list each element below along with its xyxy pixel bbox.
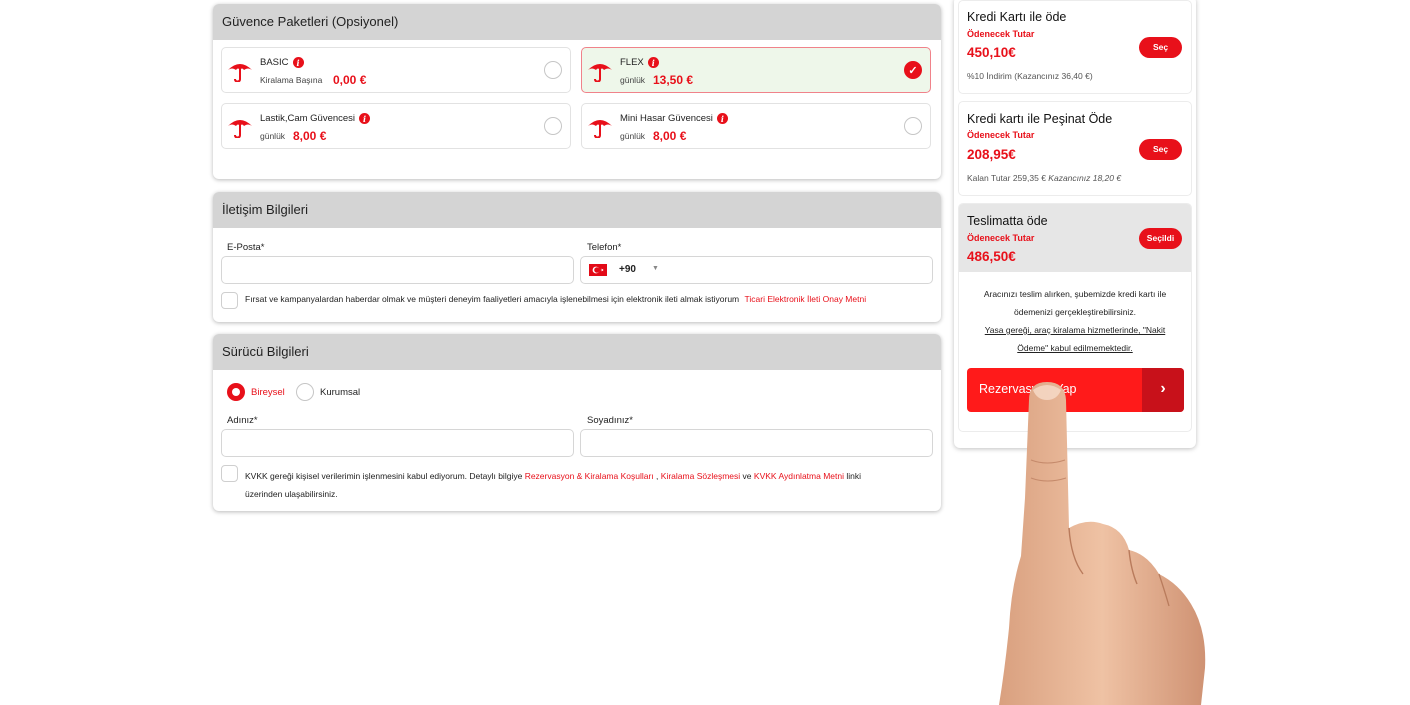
info-icon[interactable]: i <box>292 57 304 68</box>
turkey-flag-icon <box>589 264 607 276</box>
kvkk-link-disclosure[interactable]: KVKK Aydınlatma Metni <box>754 471 844 481</box>
payment-option-credit-card[interactable]: Kredi Kartı ile öde Ödenecek Tutar 450,1… <box>958 0 1192 94</box>
remaining-amount: Kalan Tutar 259,35 € <box>967 173 1046 183</box>
driver-panel-title: Sürücü Bilgileri <box>213 334 941 370</box>
package-flex[interactable]: FLEX i günlük 13,50 € ✓ <box>581 47 931 93</box>
package-unit: günlük <box>620 75 646 85</box>
radio-individual[interactable] <box>227 383 245 401</box>
selected-button[interactable]: Seçildi <box>1139 228 1182 249</box>
first-name-field[interactable] <box>221 429 574 457</box>
email-label: E-Posta* <box>227 242 265 253</box>
info-icon[interactable]: i <box>716 113 728 124</box>
payment-amount: 450,10€ <box>967 45 1016 60</box>
payment-amount-label: Ödenecek Tutar <box>967 130 1035 140</box>
driver-panel: Sürücü Bilgileri Bireysel Kurumsal Adını… <box>213 334 941 511</box>
info-icon[interactable]: i <box>359 113 371 124</box>
consent-text-row: Fırsat ve kampanyalardan haberdar olmak … <box>245 294 866 304</box>
umbrella-icon <box>228 64 252 82</box>
cash-law-note: Yasa gereği, araç kiralama hizmetlerinde… <box>984 325 1166 335</box>
last-name-label: Soyadınız* <box>587 415 633 426</box>
phone-country-code[interactable]: +90 <box>619 264 636 275</box>
payment-option-title: Kredi Kartı ile öde <box>967 10 1067 24</box>
kvkk-checkbox[interactable] <box>221 465 238 482</box>
info-icon[interactable]: i <box>647 57 659 68</box>
select-button[interactable]: Seç <box>1139 37 1182 58</box>
payment-note: %10 İndirim (Kazancınız 36,40 €) <box>967 71 1093 81</box>
umbrella-icon <box>228 120 252 138</box>
guarantee-panel-title: Güvence Paketleri (Opsiyonel) <box>213 4 941 40</box>
package-price: 8,00 € <box>293 129 327 143</box>
package-name: FLEX <box>620 57 644 68</box>
payment-amount-label: Ödenecek Tutar <box>967 233 1035 243</box>
kvkk-link-agreement[interactable]: Kiralama Sözleşmesi <box>661 471 740 481</box>
payment-amount: 208,95€ <box>967 147 1016 162</box>
kvkk-text: KVKK gereği kişisel verilerimin işlenmes… <box>245 471 523 481</box>
caret-down-icon[interactable]: ▼ <box>652 265 659 272</box>
package-unit: günlük <box>260 131 286 141</box>
check-icon[interactable]: ✓ <box>904 61 922 79</box>
kvkk-text-block: KVKK gereği kişisel verilerimin işlenmes… <box>245 467 925 503</box>
kvkk-link-conditions[interactable]: Rezervasyon & Kiralama Koşulları <box>525 471 654 481</box>
package-price: 13,50 € <box>653 73 694 87</box>
package-radio[interactable] <box>904 117 922 135</box>
select-button[interactable]: Seç <box>1139 139 1182 160</box>
package-price: 8,00 € <box>653 129 687 143</box>
package-basic[interactable]: BASIC i Kiralama Başına 0,00 € <box>221 47 571 93</box>
contact-panel: İletişim Bilgileri E-Posta* Telefon* +90… <box>213 192 941 322</box>
package-radio[interactable] <box>544 61 562 79</box>
delivery-info: Aracınızı teslim alırken, şubemizde kred… <box>959 285 1191 357</box>
package-name: Lastik,Cam Güvencesi <box>260 113 356 124</box>
payment-amount-label: Ödenecek Tutar <box>967 29 1035 39</box>
cash-law-note: Ödeme" kabul edilmemektedir. <box>1017 343 1133 353</box>
guarantee-packages-panel: Güvence Paketleri (Opsiyonel) BASIC i Ki… <box>213 4 941 179</box>
savings-amount: Kazancınız 18,20 € <box>1048 173 1122 183</box>
payment-note: Kalan Tutar 259,35 € Kazancınız 18,20 € <box>967 173 1121 183</box>
delivery-info-line: ödemenizi gerçekleştirebilirsiniz. <box>1014 307 1136 317</box>
kvkk-separator: , <box>656 471 659 481</box>
package-radio[interactable] <box>544 117 562 135</box>
package-unit: günlük <box>620 131 646 141</box>
delivery-info-line: Aracınızı teslim alırken, şubemizde kred… <box>983 289 1167 299</box>
umbrella-icon <box>588 64 612 82</box>
phone-field[interactable]: +90 ▼ <box>580 256 933 284</box>
package-name: BASIC <box>260 57 289 68</box>
payment-option-title: Teslimatta öde <box>967 214 1048 228</box>
package-name: Mini Hasar Güvencesi <box>620 113 713 124</box>
package-tire-glass[interactable]: Lastik,Cam Güvencesi i günlük 8,00 € <box>221 103 571 149</box>
consent-text: Fırsat ve kampanyalardan haberdar olmak … <box>245 294 740 304</box>
package-price: 0,00 € <box>333 73 367 87</box>
kvkk-text: linki <box>846 471 862 481</box>
pointing-hand-image <box>999 382 1206 705</box>
package-unit: Kiralama Başına <box>260 75 323 85</box>
radio-individual-label[interactable]: Bireysel <box>251 387 285 398</box>
package-mini-damage[interactable]: Mini Hasar Güvencesi i günlük 8,00 € <box>581 103 931 149</box>
last-name-field[interactable] <box>580 429 933 457</box>
payment-option-title: Kredi kartı ile Peşinat Öde <box>967 112 1113 126</box>
payment-option-deposit[interactable]: Kredi kartı ile Peşinat Öde Ödenecek Tut… <box>958 101 1192 196</box>
kvkk-text: üzerinden ulaşabilirsiniz. <box>245 489 338 499</box>
email-field[interactable] <box>221 256 574 284</box>
radio-corporate[interactable] <box>296 383 314 401</box>
first-name-label: Adınız* <box>227 415 258 426</box>
kvkk-separator: ve <box>742 471 752 481</box>
consent-checkbox[interactable] <box>221 292 238 309</box>
umbrella-icon <box>588 120 612 138</box>
contact-panel-title: İletişim Bilgileri <box>213 192 941 228</box>
phone-label: Telefon* <box>587 242 622 253</box>
consent-link[interactable]: Ticari Elektronik İleti Onay Metni <box>745 294 867 304</box>
payment-amount: 486,50€ <box>967 249 1016 264</box>
radio-corporate-label[interactable]: Kurumsal <box>320 387 360 398</box>
